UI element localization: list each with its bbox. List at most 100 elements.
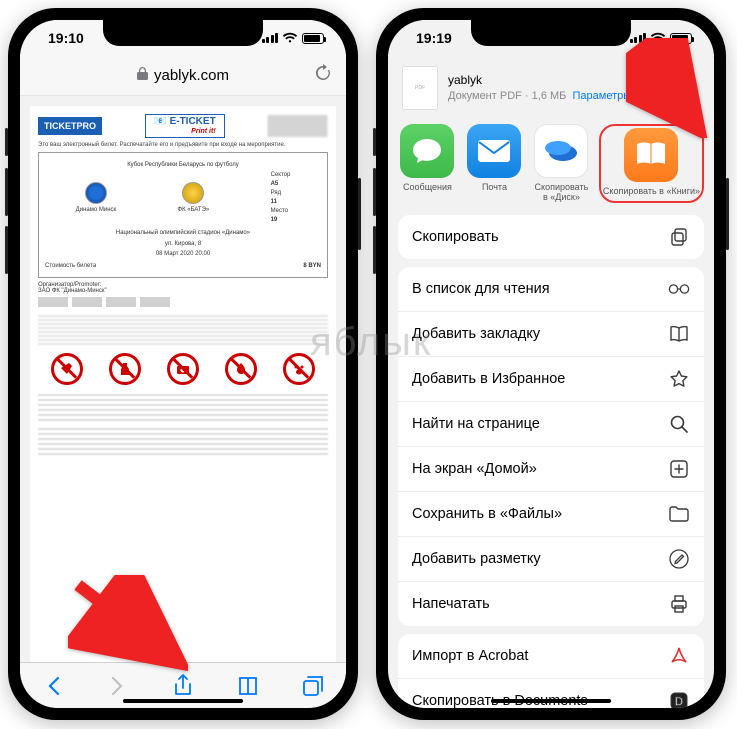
phone-right: 19:19 PDF yablyk Документ PDF · 1,6 МБ П… [376, 8, 726, 720]
wifi-icon [282, 32, 298, 44]
seat-value: 19 [271, 217, 278, 223]
printer-icon [668, 593, 690, 615]
action-find[interactable]: Найти на странице [398, 402, 704, 447]
venue: Национальный олимпийский стадион «Динамо… [45, 229, 321, 237]
action-markup[interactable]: Добавить разметку [398, 537, 704, 582]
home-indicator[interactable] [491, 699, 611, 703]
notch [471, 20, 631, 46]
ticket-subtitle: Это ваш электронный билет. Распечатайте … [38, 142, 328, 148]
safari-address-bar[interactable]: yablyk.com [20, 56, 346, 96]
search-icon [668, 413, 690, 435]
org-name: ЗАО ФК "Динамо-Минск" [38, 288, 107, 294]
action-documents[interactable]: Скопировать в Documents D [398, 679, 704, 708]
venue-address: ул. Кирова, 8 [45, 240, 321, 248]
price-value: 8 BYN [303, 262, 321, 270]
ticketpro-logo: TICKETPRO [38, 117, 102, 135]
app-label: Почта [465, 182, 524, 192]
action-label: Сохранить в «Файлы» [412, 506, 562, 522]
team2-logo [182, 182, 204, 204]
eticket-text: E-TICKET [170, 116, 216, 127]
star-icon [668, 368, 690, 390]
no-cameras-icon [167, 353, 199, 385]
action-copy[interactable]: Скопировать [398, 215, 704, 259]
action-label: Добавить в Избранное [412, 371, 565, 387]
action-homescreen[interactable]: На экран «Домой» [398, 447, 704, 492]
action-label: В список для чтения [412, 281, 550, 297]
plus-square-icon [668, 458, 690, 480]
action-acrobat[interactable]: Импорт в Acrobat [398, 634, 704, 679]
cup-name: Кубок Республики Беларусь по футболу [45, 161, 321, 169]
tabs-button[interactable] [301, 674, 325, 698]
action-label: На экран «Домой» [412, 461, 537, 477]
copy-icon [668, 226, 690, 248]
action-label: Добавить разметку [412, 551, 541, 567]
seat-label: Место [271, 208, 288, 214]
barcode [268, 115, 328, 137]
action-bookmark[interactable]: Добавить закладку [398, 312, 704, 357]
actions-card-top: Скопировать [398, 215, 704, 259]
team2-name: ФК «БАТЭ» [178, 206, 210, 214]
battery-icon [302, 33, 324, 44]
action-label: Импорт в Acrobat [412, 648, 528, 664]
action-label: Добавить закладку [412, 326, 540, 342]
no-bottles-icon [109, 353, 141, 385]
annotation-arrow-share [68, 575, 188, 680]
team1-name: Динамо Минск [76, 206, 116, 214]
glasses-icon [668, 278, 690, 300]
annotation-arrow-books [626, 38, 716, 143]
price-label: Стоимость билета [45, 262, 96, 270]
no-fire-icon [225, 353, 257, 385]
svg-text:D: D [675, 694, 684, 708]
signal-icon [262, 33, 279, 43]
app-label: Скопировать в «Книги» [603, 186, 700, 196]
action-label: Напечатать [412, 596, 490, 612]
printit-text: Print it! [154, 128, 215, 135]
fine-print [38, 313, 328, 345]
home-indicator[interactable] [123, 699, 243, 703]
app-messages[interactable]: Сообщения [398, 124, 457, 203]
acrobat-icon [668, 645, 690, 667]
action-reading-list[interactable]: В список для чтения [398, 267, 704, 312]
pencil-icon [668, 548, 690, 570]
event-date: 08 Март 2020 20:00 [45, 250, 321, 258]
disk-icon [534, 124, 588, 178]
eticket-logo: 📧 E-TICKETPrint it! [145, 114, 224, 138]
action-print[interactable]: Напечатать [398, 582, 704, 626]
document-size: 1,6 МБ [532, 90, 567, 102]
book-icon [668, 323, 690, 345]
document-type: Документ PDF [448, 90, 522, 102]
action-label: Скопировать [412, 229, 499, 245]
terms-text-1 [38, 393, 328, 421]
phone-left: 19:10 yablyk.com TICKETPRO 📧 E-TICKETPri… [8, 8, 358, 720]
app-label: Сообщения [398, 182, 457, 192]
action-favorite[interactable]: Добавить в Избранное [398, 357, 704, 402]
app-label: Скопировать в «Диск» [532, 182, 591, 203]
row-label: Ряд [271, 190, 282, 196]
actions-card-bottom: Импорт в Acrobat Скопировать в Documents… [398, 634, 704, 708]
back-button[interactable] [41, 674, 65, 698]
row-value: 11 [271, 199, 277, 205]
status-time: 19:19 [416, 30, 452, 46]
reload-icon[interactable] [314, 64, 332, 87]
team1-logo [85, 182, 107, 204]
no-weapons-icon [51, 353, 83, 385]
documents-icon: D [668, 690, 690, 708]
prohibition-icons [38, 353, 328, 385]
document-thumbnail: PDF [402, 66, 438, 110]
bookmarks-button[interactable] [236, 674, 260, 698]
folder-icon [668, 503, 690, 525]
action-label: Найти на странице [412, 416, 540, 432]
messages-icon [400, 124, 454, 178]
app-yandex-disk[interactable]: Скопировать в «Диск» [532, 124, 591, 203]
lock-icon [137, 67, 148, 85]
sector-value: A5 [271, 181, 279, 187]
action-save-files[interactable]: Сохранить в «Файлы» [398, 492, 704, 537]
app-mail[interactable]: Почта [465, 124, 524, 203]
mail-icon [467, 124, 521, 178]
status-time: 19:10 [48, 30, 84, 46]
address-domain: yablyk.com [154, 67, 229, 84]
actions-card-main: В список для чтения Добавить закладку До… [398, 267, 704, 626]
sector-label: Сектор [271, 172, 291, 178]
no-animals-icon [283, 353, 315, 385]
notch [103, 20, 263, 46]
